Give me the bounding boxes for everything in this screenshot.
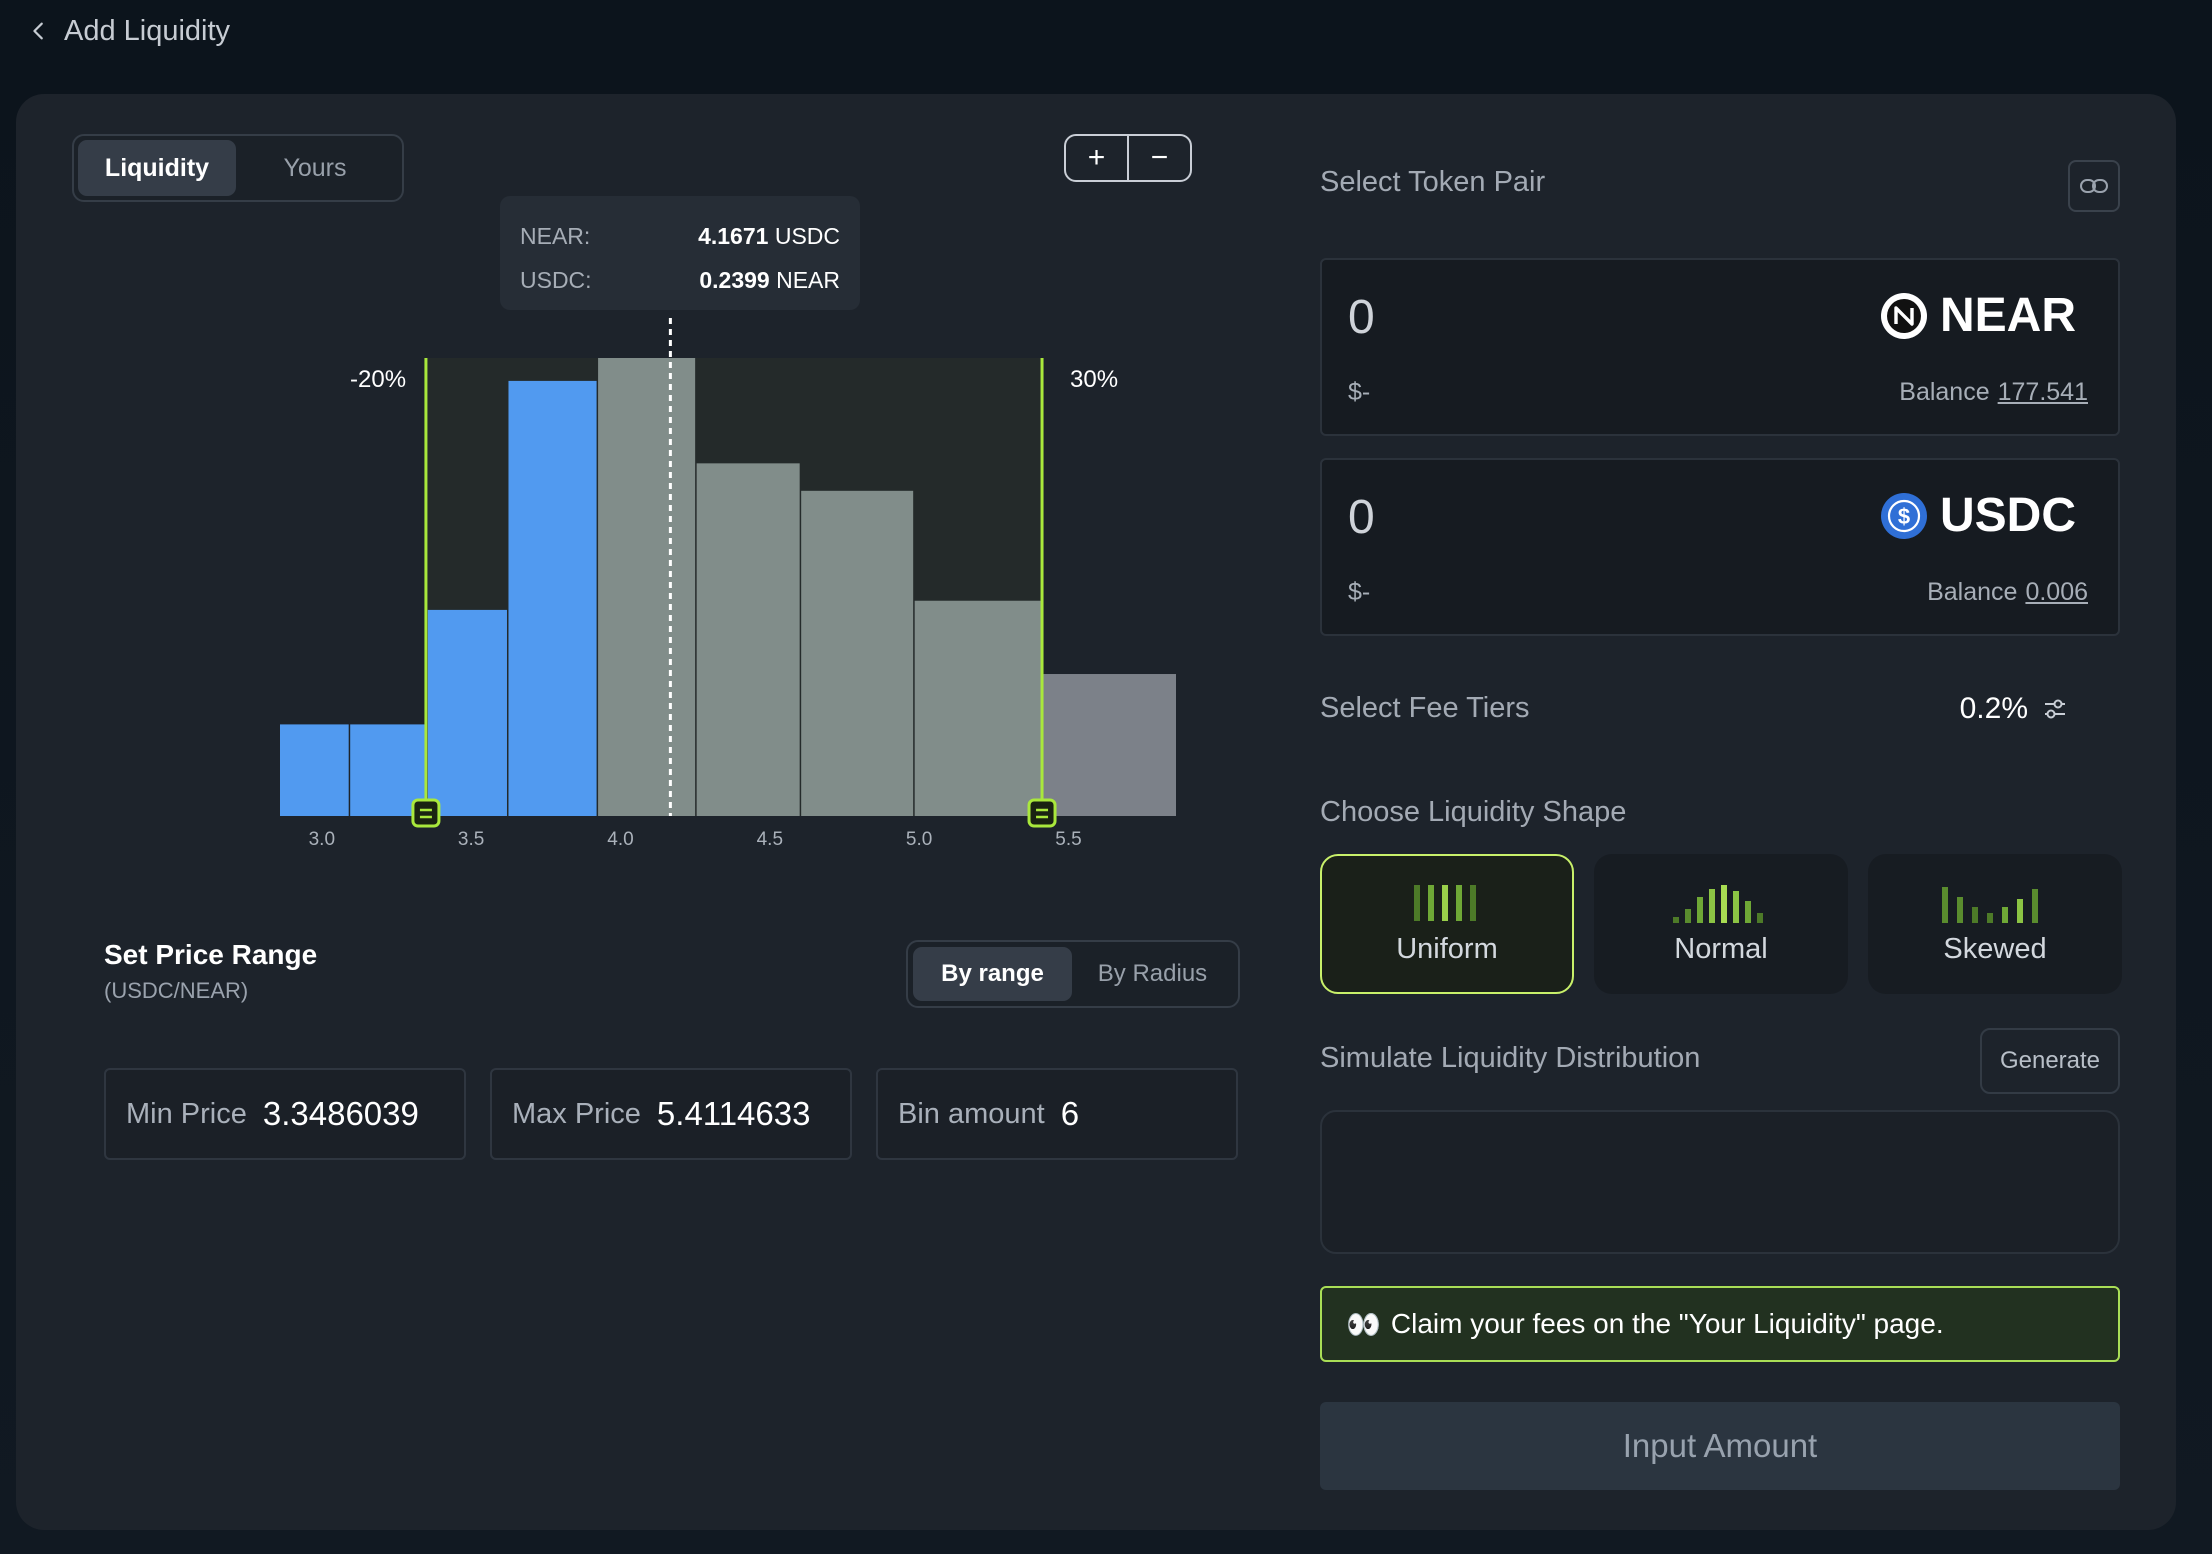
x-tick-label-5: 5.5 (1055, 829, 1081, 850)
notice-text: Claim your fees on the "Your Liquidity" … (1390, 1308, 1944, 1339)
bar-6 (801, 490, 914, 816)
range-max-handle (1027, 798, 1057, 828)
usdc-balance-value[interactable]: 0.006 (2025, 578, 2088, 606)
normal-shape-icon (1673, 884, 1763, 923)
shape-normal[interactable]: Normal (1594, 854, 1848, 994)
tooltip-near-value: 4.1671 (698, 222, 769, 249)
input-amount-button[interactable]: Input Amount (1320, 1402, 2120, 1490)
token-input-usdc[interactable]: 0 $- $ USDC Balance 0.006 (1320, 458, 2120, 636)
range-min-handle (411, 798, 441, 828)
shape-uniform[interactable]: Uniform (1320, 854, 1574, 994)
generate-button[interactable]: Generate (1980, 1028, 2120, 1094)
x-tick-label-3: 4.5 (757, 829, 783, 850)
near-balance: Balance 177.541 (1899, 378, 2088, 406)
mode-by-range[interactable]: By range (913, 947, 1072, 1001)
near-amount-input[interactable]: 0 (1348, 290, 1375, 345)
min-price-label: Min Price (126, 1097, 247, 1130)
uniform-shape-icon (1414, 884, 1476, 921)
usdc-amount-input[interactable]: 0 (1348, 490, 1375, 545)
usdc-logo-icon: $ (1880, 492, 1927, 539)
x-tick-label-2: 4.0 (607, 829, 633, 850)
fee-tier-label: Select Fee Tiers (1320, 692, 1530, 724)
bin-amount-label: Bin amount (898, 1097, 1045, 1130)
price-tooltip: NEAR: 4.1671 USDC USDC: 0.2399 NEAR (500, 196, 860, 310)
bar-5 (696, 463, 800, 816)
shape-uniform-label: Uniform (1396, 932, 1498, 965)
simulate-label: Simulate Liquidity Distribution (1320, 1042, 1701, 1074)
max-price-field[interactable]: Max Price 5.4114633 (490, 1068, 852, 1160)
bar-3 (508, 380, 597, 816)
copy-link-button[interactable] (2068, 160, 2120, 212)
tooltip-usdc-unit: NEAR (776, 266, 840, 293)
range-max-percent: 30% (1070, 366, 1119, 393)
bin-amount-value[interactable]: 6 (1061, 1095, 1079, 1133)
page-title: Add Liquidity (64, 14, 231, 47)
near-symbol: NEAR (1939, 289, 2076, 342)
skewed-shape-icon (1942, 886, 2038, 923)
token-pair-label: Select Token Pair (1320, 166, 1546, 198)
x-tick-label-1: 3.5 (458, 829, 484, 850)
x-tick-label-0: 3.0 (309, 829, 335, 850)
tooltip-near-unit: USDC (774, 222, 840, 249)
fee-tier-value: 0.2% (1959, 692, 2028, 725)
eyes-icon: 👀 (1346, 1308, 1381, 1340)
usdc-usd-value: $- (1348, 578, 1371, 606)
shape-skewed-label: Skewed (1943, 932, 2047, 965)
near-logo-icon (1880, 292, 1927, 339)
price-range-subtitle: (USDC/NEAR) (104, 978, 249, 1003)
min-price-value[interactable]: 3.3486039 (263, 1095, 419, 1133)
token-input-near[interactable]: 0 $- NEAR Balance 177.541 (1320, 258, 2120, 436)
mode-by-radius[interactable]: By Radius (1072, 947, 1233, 1001)
min-price-field[interactable]: Min Price 3.3486039 (104, 1068, 466, 1160)
usdc-token-select[interactable]: $ USDC (1880, 488, 2076, 543)
tooltip-near-label: NEAR: (520, 222, 591, 249)
range-mode-toggle: By range By Radius (906, 940, 1240, 1008)
add-liquidity-card: Liquidity Yours + − 3.0 3.5 4.0 4.5 5.0 5.5 -… (16, 94, 2176, 1530)
bar-2 (427, 609, 507, 816)
claim-fees-notice: 👀 Claim your fees on the "Your Liquidity… (1320, 1286, 2120, 1362)
link-icon (2080, 179, 2108, 193)
shape-skewed[interactable]: Skewed (1868, 854, 2122, 994)
max-price-label: Max Price (512, 1097, 641, 1130)
price-range-title: Set Price Range (104, 939, 318, 970)
x-tick-label-4: 5.0 (906, 829, 932, 850)
range-min-percent: -20% (350, 366, 407, 393)
bar-8 (1043, 674, 1176, 816)
svg-text:$: $ (1898, 504, 1910, 529)
fee-tier-select[interactable]: 0.2% (1960, 692, 2068, 726)
near-token-select[interactable]: NEAR (1880, 288, 2076, 343)
chevron-left-icon (33, 22, 43, 40)
near-balance-value[interactable]: 177.541 (1998, 378, 2088, 406)
liquidity-shape-label: Choose Liquidity Shape (1320, 796, 1627, 828)
usdc-balance: Balance 0.006 (1927, 578, 2088, 606)
simulation-output (1320, 1110, 2120, 1254)
bar-7 (914, 600, 1042, 816)
usdc-symbol: USDC (1939, 489, 2076, 542)
max-price-value[interactable]: 5.4114633 (657, 1095, 811, 1133)
sliders-icon (2045, 699, 2065, 719)
tooltip-usdc-value: 0.2399 (699, 266, 770, 293)
bar-0 (280, 724, 349, 816)
back-nav[interactable]: Add Liquidity (28, 10, 230, 52)
bin-amount-field[interactable]: Bin amount 6 (876, 1068, 1238, 1160)
tooltip-usdc-label: USDC: (520, 266, 592, 293)
near-usd-value: $- (1348, 378, 1371, 406)
bar-4 (598, 358, 696, 816)
shape-normal-label: Normal (1674, 932, 1768, 965)
